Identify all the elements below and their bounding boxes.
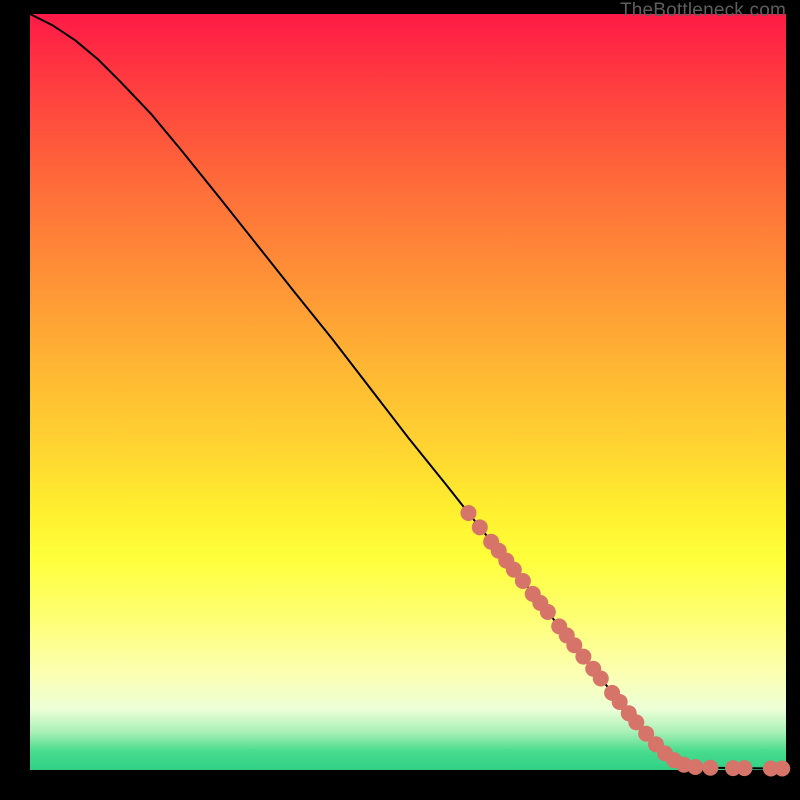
data-point xyxy=(472,519,488,535)
data-point xyxy=(540,604,556,620)
data-point xyxy=(687,759,703,775)
curve-line xyxy=(30,14,786,768)
data-point xyxy=(593,671,609,687)
data-point xyxy=(736,760,752,776)
data-point xyxy=(702,760,718,776)
data-point xyxy=(460,505,476,521)
data-point xyxy=(515,573,531,589)
data-markers xyxy=(460,505,790,777)
data-point xyxy=(774,760,790,776)
chart-frame: TheBottleneck.com xyxy=(0,0,800,800)
chart-overlay xyxy=(30,14,786,770)
curve-path xyxy=(30,14,786,768)
